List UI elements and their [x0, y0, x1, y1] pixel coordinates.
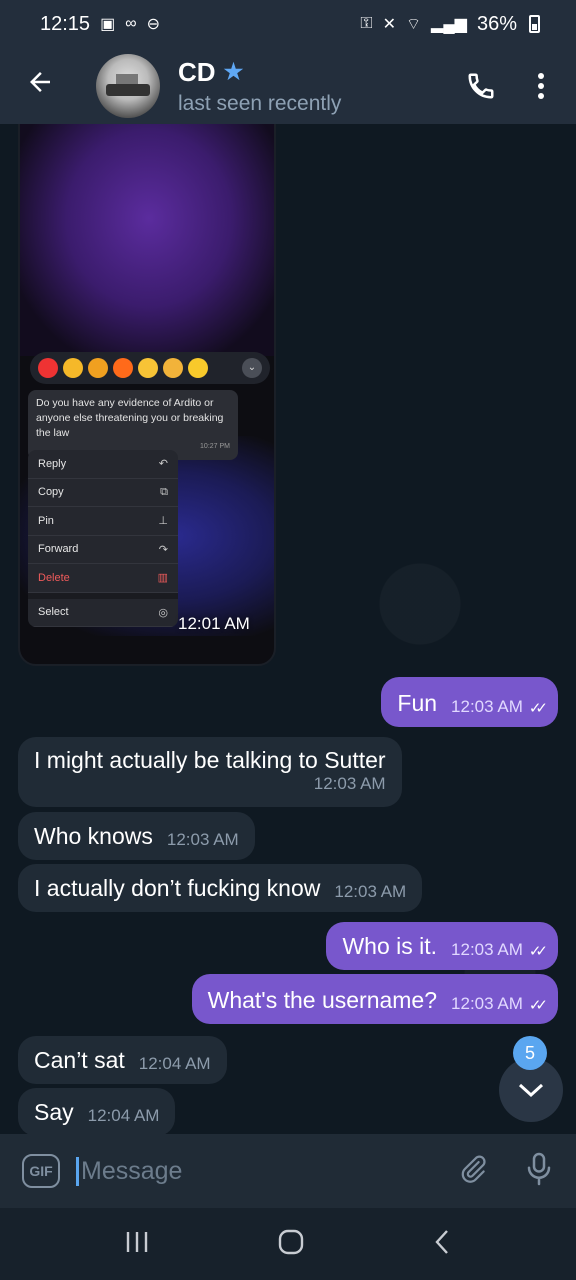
message-time: 12:03 AM	[451, 940, 523, 959]
heart-reaction-icon	[38, 358, 58, 378]
menu-item-select: Select ◎	[28, 599, 178, 627]
signal-icon: ▂▄▆	[431, 16, 467, 33]
chat-history[interactable]: ⌄ Do you have any evidence of Ardito or …	[0, 124, 576, 1134]
more-vert-icon[interactable]	[536, 71, 546, 101]
avatar[interactable]	[96, 54, 160, 118]
chat-name-text: CD	[178, 56, 216, 87]
message-text: Fun	[397, 690, 438, 716]
grin-reaction-icon	[188, 358, 208, 378]
quoted-text: Do you have any evidence of Ardito or an…	[36, 397, 224, 439]
dnd-icon: ⊖	[146, 16, 160, 33]
reaction-bar: ⌄	[30, 352, 270, 384]
message-time: 12:03 AM	[451, 697, 523, 716]
message-text: Who knows	[34, 823, 153, 849]
message-bubble-out[interactable]: What's the username? 12:03 AM ✓✓	[191, 974, 558, 1024]
chat-title-block[interactable]: CD ★ last seen recently	[178, 57, 341, 116]
message-time: 12:03 AM	[313, 774, 386, 793]
back-arrow-icon[interactable]	[0, 67, 80, 105]
home-icon[interactable]	[277, 1228, 305, 1261]
system-nav-bar	[0, 1208, 576, 1280]
last-seen-status: last seen recently	[178, 91, 342, 115]
phone-icon[interactable]	[466, 71, 496, 101]
message-text: Say	[34, 1099, 74, 1125]
image-message-time: 12:01 AM	[178, 614, 250, 633]
chat-header: CD ★ last seen recently	[0, 48, 576, 124]
key-icon: ⚿	[360, 15, 373, 32]
love-face-reaction-icon	[138, 358, 158, 378]
double-check-icon: ✓✓	[528, 700, 548, 717]
message-time: 12:04 AM	[138, 1054, 211, 1073]
mic-icon[interactable]	[524, 1151, 554, 1192]
message-time: 12:03 AM	[334, 882, 407, 901]
message-bubble-out[interactable]: Who is it. 12:03 AM ✓✓	[326, 922, 558, 970]
pin-icon: ⊥	[158, 515, 168, 528]
image-message[interactable]: ⌄ Do you have any evidence of Ardito or …	[18, 124, 276, 666]
message-bubble-in[interactable]: Say 12:04 AM	[18, 1088, 176, 1134]
back-nav-icon[interactable]	[432, 1228, 452, 1261]
menu-item-delete: Delete ▥	[28, 564, 178, 593]
trash-icon: ▥	[157, 572, 168, 585]
check-circle-icon: ◎	[158, 606, 168, 619]
fire-reaction-icon	[113, 358, 133, 378]
status-bar: 12:15 ▣ ∞ ⊖ ⚿ ✕ ⌔ ▂▄▆ 36%	[0, 0, 576, 48]
battery-icon	[529, 15, 540, 33]
menu-item-reply: Reply ↶	[28, 450, 178, 479]
chevron-down-icon: ⌄	[242, 358, 262, 378]
message-input[interactable]	[76, 1156, 416, 1186]
mute-icon: ✕	[382, 16, 396, 33]
attach-icon[interactable]	[458, 1152, 488, 1191]
double-check-icon: ✓✓	[528, 943, 548, 960]
copy-icon: ⧉	[160, 485, 168, 498]
message-time: 12:03 AM	[451, 994, 523, 1013]
composer: GIF	[0, 1134, 576, 1208]
double-check-icon: ✓✓	[528, 997, 548, 1014]
menu-item-copy: Copy ⧉	[28, 479, 178, 507]
unread-badge: 5	[513, 1036, 547, 1070]
forward-icon: ↷	[158, 543, 168, 556]
message-bubble-out[interactable]: Fun 12:03 AM ✓✓	[381, 677, 558, 727]
message-text: I might actually be talking to Sutter	[34, 747, 386, 773]
recents-icon[interactable]	[124, 1230, 150, 1259]
gif-button[interactable]: GIF	[22, 1154, 60, 1188]
image-glow	[20, 124, 274, 356]
gallery-notification-icon: ▣	[100, 16, 116, 33]
message-bubble-in[interactable]: Who knows 12:03 AM	[18, 812, 255, 860]
message-bubble-in[interactable]: Can’t sat 12:04 AM	[18, 1036, 227, 1084]
message-time: 12:03 AM	[166, 830, 239, 849]
message-text: I actually don’t fucking know	[34, 875, 321, 901]
menu-item-forward: Forward ↷	[28, 536, 178, 564]
status-time: 12:15	[40, 12, 91, 35]
star-icon: ★	[223, 59, 244, 84]
chevron-down-icon	[518, 1083, 544, 1098]
message-text: Who is it.	[342, 933, 438, 959]
message-text: What's the username?	[207, 987, 438, 1013]
message-text: Can’t sat	[34, 1047, 125, 1073]
message-time: 12:04 AM	[87, 1106, 160, 1125]
reply-icon: ↶	[158, 458, 168, 471]
chat-name: CD ★	[178, 57, 341, 88]
clap-reaction-icon	[163, 358, 183, 378]
wifi-icon: ⌔	[405, 16, 422, 33]
thumbs-up-reaction-icon	[63, 358, 83, 378]
message-bubble-in[interactable]: I actually don’t fucking know 12:03 AM	[18, 864, 423, 912]
menu-item-pin: Pin ⊥	[28, 507, 178, 536]
context-menu: Reply ↶ Copy ⧉ Pin ⊥ Forward ↷ Delete ▥ Selec…	[28, 450, 178, 627]
thumbs-down-reaction-icon	[88, 358, 108, 378]
voicemail-icon: ∞	[125, 15, 137, 32]
battery-percent: 36%	[476, 12, 517, 35]
message-bubble-in[interactable]: I might actually be talking to Sutter 12…	[18, 737, 402, 807]
